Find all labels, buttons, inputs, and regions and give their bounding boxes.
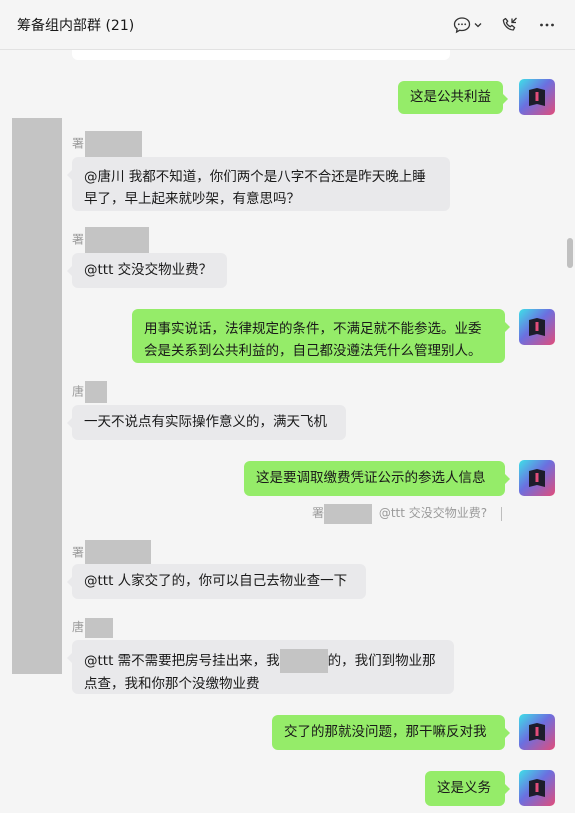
message-text: 这是义务 [437, 780, 491, 796]
message-text: @ttt 需不需要把房号挂出来，我 的，我们到物业那点查，我和你那个没缴物业费 [84, 649, 436, 692]
sender-name: 唐 [72, 617, 114, 638]
my-avatar[interactable] [519, 460, 555, 496]
redacted-avatars [12, 118, 62, 674]
message-text: @ttt 交没交物业费？ [84, 262, 213, 278]
message-bubble[interactable]: 交了的那就没问题，那干嘛反对我 [272, 715, 510, 750]
message-text: 用事实说话，法律规定的条件，不满足就不能参选。业委会是关系到公共利益的，自己都没… [144, 321, 482, 359]
sender-name: 唐 [72, 381, 108, 403]
more-icon[interactable] [536, 14, 558, 36]
chat-icon[interactable] [451, 14, 473, 36]
message-bubble[interactable]: @唐川 我都不知道，你们两个是八字不合还是昨天晚上睡早了，早上起来就吵架，有意思… [67, 157, 450, 211]
message-bubble[interactable]: 这是要调取缴费凭证公示的参选人信息 [244, 461, 510, 496]
message-text: 一天不说点有实际操作意义的，满天飞机 [84, 414, 327, 430]
sender-name: 署 [72, 540, 152, 566]
my-avatar[interactable] [519, 309, 555, 345]
message-bubble[interactable]: 这是义务 [425, 771, 510, 806]
redacted-name [85, 381, 108, 403]
message-text: 这是公共利益 [410, 89, 491, 105]
chat-title: 筹备组内部群 (21) [17, 18, 135, 34]
my-avatar[interactable] [519, 714, 555, 750]
message-bubble[interactable]: @ttt 人家交了的，你可以自己去物业查一下 [67, 564, 366, 599]
message-bubble[interactable]: 一天不说点有实际操作意义的，满天飞机 [67, 405, 346, 440]
sender-name: 署 [72, 227, 150, 253]
previous-message-fragment [72, 50, 450, 60]
my-avatar[interactable] [519, 770, 555, 806]
message-bubble[interactable]: 用事实说话，法律规定的条件，不满足就不能参选。业委会是关系到公共利益的，自己都没… [132, 309, 510, 363]
redacted-name [85, 617, 114, 638]
message-bubble[interactable]: 这是公共利益 [398, 81, 508, 114]
chevron-down-icon[interactable] [471, 14, 485, 36]
redacted-name [85, 227, 150, 253]
redacted-name [324, 503, 373, 524]
my-avatar[interactable] [519, 79, 555, 115]
redacted-name [85, 540, 152, 566]
message-text: @ttt 人家交了的，你可以自己去物业查一下 [84, 573, 348, 589]
chat-header: 筹备组内部群 (21) [0, 0, 575, 50]
sender-name: 署 [72, 131, 143, 157]
message-bubble[interactable]: @ttt 交没交物业费？ [67, 253, 227, 288]
redacted-text [279, 649, 328, 673]
message-text: 交了的那就没问题，那干嘛反对我 [284, 724, 487, 740]
message-text: 这是要调取缴费凭证公示的参选人信息 [256, 470, 486, 486]
quoted-message[interactable]: 署 @ttt 交没交物业费? [312, 503, 502, 524]
phone-icon[interactable] [499, 14, 521, 36]
scrollbar-thumb[interactable] [567, 238, 573, 268]
message-bubble[interactable]: @ttt 需不需要把房号挂出来，我 的，我们到物业那点查，我和你那个没缴物业费 [67, 640, 454, 694]
message-text: @唐川 我都不知道，你们两个是八字不合还是昨天晚上睡早了，早上起来就吵架，有意思… [84, 169, 426, 207]
redacted-name [85, 131, 143, 157]
quote-divider [500, 506, 502, 521]
